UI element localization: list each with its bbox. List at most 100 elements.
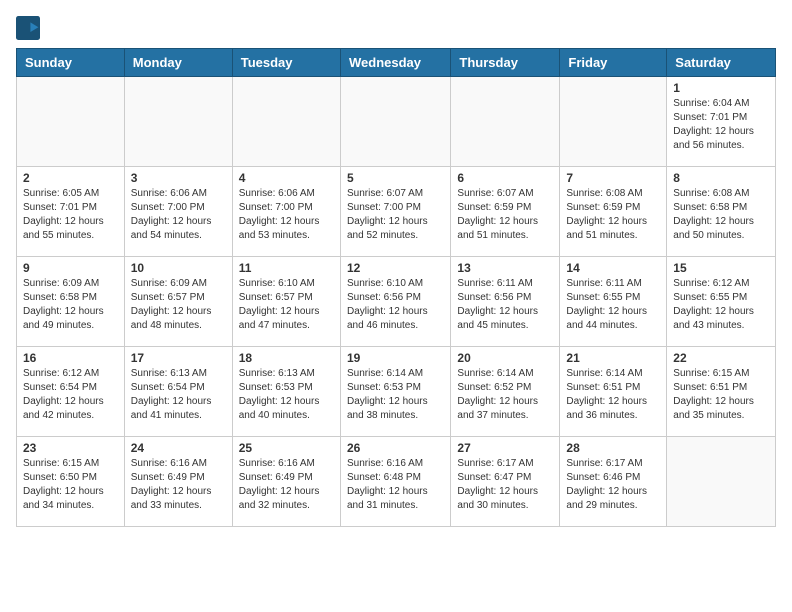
day-number: 11 — [239, 261, 334, 275]
day-info: Sunrise: 6:12 AM Sunset: 6:54 PM Dayligh… — [23, 367, 118, 423]
day-number: 7 — [566, 171, 660, 185]
day-cell — [124, 77, 232, 167]
day-cell — [560, 77, 667, 167]
day-number: 17 — [131, 351, 226, 365]
logo-icon — [16, 16, 40, 40]
calendar-header-friday: Friday — [560, 49, 667, 77]
day-number: 25 — [239, 441, 334, 455]
day-cell — [451, 77, 560, 167]
calendar-header-saturday: Saturday — [667, 49, 776, 77]
day-cell: 26 Sunrise: 6:16 AM Sunset: 6:48 PM Dayli… — [340, 437, 450, 527]
day-cell: 12 Sunrise: 6:10 AM Sunset: 6:56 PM Dayli… — [340, 257, 450, 347]
day-number: 1 — [673, 81, 769, 95]
day-number: 18 — [239, 351, 334, 365]
day-cell: 7 Sunrise: 6:08 AM Sunset: 6:59 PM Daylig… — [560, 167, 667, 257]
day-info: Sunrise: 6:08 AM Sunset: 6:59 PM Dayligh… — [566, 187, 660, 243]
day-cell: 25 Sunrise: 6:16 AM Sunset: 6:49 PM Dayli… — [232, 437, 340, 527]
day-cell — [17, 77, 125, 167]
day-number: 13 — [457, 261, 553, 275]
day-number: 16 — [23, 351, 118, 365]
day-number: 20 — [457, 351, 553, 365]
day-cell: 1 Sunrise: 6:04 AM Sunset: 7:01 PM Daylig… — [667, 77, 776, 167]
day-cell: 20 Sunrise: 6:14 AM Sunset: 6:52 PM Dayli… — [451, 347, 560, 437]
week-row-5: 23 Sunrise: 6:15 AM Sunset: 6:50 PM Dayli… — [17, 437, 776, 527]
day-info: Sunrise: 6:14 AM Sunset: 6:52 PM Dayligh… — [457, 367, 553, 423]
day-cell: 4 Sunrise: 6:06 AM Sunset: 7:00 PM Daylig… — [232, 167, 340, 257]
day-number: 3 — [131, 171, 226, 185]
day-cell: 22 Sunrise: 6:15 AM Sunset: 6:51 PM Dayli… — [667, 347, 776, 437]
day-info: Sunrise: 6:06 AM Sunset: 7:00 PM Dayligh… — [131, 187, 226, 243]
day-info: Sunrise: 6:11 AM Sunset: 6:56 PM Dayligh… — [457, 277, 553, 333]
day-info: Sunrise: 6:11 AM Sunset: 6:55 PM Dayligh… — [566, 277, 660, 333]
day-number: 10 — [131, 261, 226, 275]
day-number: 23 — [23, 441, 118, 455]
day-cell: 17 Sunrise: 6:13 AM Sunset: 6:54 PM Dayli… — [124, 347, 232, 437]
day-info: Sunrise: 6:08 AM Sunset: 6:58 PM Dayligh… — [673, 187, 769, 243]
day-cell: 23 Sunrise: 6:15 AM Sunset: 6:50 PM Dayli… — [17, 437, 125, 527]
calendar-header-sunday: Sunday — [17, 49, 125, 77]
day-info: Sunrise: 6:15 AM Sunset: 6:50 PM Dayligh… — [23, 457, 118, 513]
day-info: Sunrise: 6:16 AM Sunset: 6:48 PM Dayligh… — [347, 457, 444, 513]
day-number: 4 — [239, 171, 334, 185]
day-cell: 15Sunrise: 6:12 AM Sunset: 6:55 PM Dayli… — [667, 257, 776, 347]
day-info: Sunrise: 6:15 AM Sunset: 6:51 PM Dayligh… — [673, 367, 769, 423]
week-row-4: 16 Sunrise: 6:12 AM Sunset: 6:54 PM Dayli… — [17, 347, 776, 437]
day-cell: 14 Sunrise: 6:11 AM Sunset: 6:55 PM Dayli… — [560, 257, 667, 347]
day-info: Sunrise: 6:16 AM Sunset: 6:49 PM Dayligh… — [131, 457, 226, 513]
day-number: 27 — [457, 441, 553, 455]
day-info: Sunrise: 6:07 AM Sunset: 6:59 PM Dayligh… — [457, 187, 553, 243]
day-cell: 21Sunrise: 6:14 AM Sunset: 6:51 PM Dayli… — [560, 347, 667, 437]
day-info: Sunrise: 6:13 AM Sunset: 6:54 PM Dayligh… — [131, 367, 226, 423]
day-cell: 6 Sunrise: 6:07 AM Sunset: 6:59 PM Daylig… — [451, 167, 560, 257]
day-number: 21 — [566, 351, 660, 365]
day-number: 8 — [673, 171, 769, 185]
calendar-header-row: SundayMondayTuesdayWednesdayThursdayFrid… — [17, 49, 776, 77]
day-number: 5 — [347, 171, 444, 185]
calendar-header-thursday: Thursday — [451, 49, 560, 77]
day-cell: 5 Sunrise: 6:07 AM Sunset: 7:00 PM Daylig… — [340, 167, 450, 257]
day-info: Sunrise: 6:09 AM Sunset: 6:57 PM Dayligh… — [131, 277, 226, 333]
day-cell: 16 Sunrise: 6:12 AM Sunset: 6:54 PM Dayli… — [17, 347, 125, 437]
day-number: 9 — [23, 261, 118, 275]
day-cell — [667, 437, 776, 527]
day-info: Sunrise: 6:17 AM Sunset: 6:47 PM Dayligh… — [457, 457, 553, 513]
day-number: 28 — [566, 441, 660, 455]
calendar-header-monday: Monday — [124, 49, 232, 77]
day-info: Sunrise: 6:13 AM Sunset: 6:53 PM Dayligh… — [239, 367, 334, 423]
header — [16, 16, 776, 40]
day-cell: 11 Sunrise: 6:10 AM Sunset: 6:57 PM Dayli… — [232, 257, 340, 347]
day-info: Sunrise: 6:05 AM Sunset: 7:01 PM Dayligh… — [23, 187, 118, 243]
day-info: Sunrise: 6:04 AM Sunset: 7:01 PM Dayligh… — [673, 97, 769, 153]
day-number: 19 — [347, 351, 444, 365]
day-cell: 2 Sunrise: 6:05 AM Sunset: 7:01 PM Daylig… — [17, 167, 125, 257]
day-info: Sunrise: 6:16 AM Sunset: 6:49 PM Dayligh… — [239, 457, 334, 513]
day-number: 2 — [23, 171, 118, 185]
day-cell: 27 Sunrise: 6:17 AM Sunset: 6:47 PM Dayli… — [451, 437, 560, 527]
day-info: Sunrise: 6:10 AM Sunset: 6:56 PM Dayligh… — [347, 277, 444, 333]
day-info: Sunrise: 6:17 AM Sunset: 6:46 PM Dayligh… — [566, 457, 660, 513]
day-number: 22 — [673, 351, 769, 365]
day-number: 6 — [457, 171, 553, 185]
day-cell — [232, 77, 340, 167]
day-number: 26 — [347, 441, 444, 455]
calendar-header-wednesday: Wednesday — [340, 49, 450, 77]
week-row-2: 2 Sunrise: 6:05 AM Sunset: 7:01 PM Daylig… — [17, 167, 776, 257]
calendar-header-tuesday: Tuesday — [232, 49, 340, 77]
day-info: Sunrise: 6:12 AM Sunset: 6:55 PM Dayligh… — [673, 277, 769, 333]
week-row-1: 1 Sunrise: 6:04 AM Sunset: 7:01 PM Daylig… — [17, 77, 776, 167]
day-info: Sunrise: 6:10 AM Sunset: 6:57 PM Dayligh… — [239, 277, 334, 333]
day-number: 12 — [347, 261, 444, 275]
logo — [16, 16, 44, 40]
day-info: Sunrise: 6:07 AM Sunset: 7:00 PM Dayligh… — [347, 187, 444, 243]
day-number: 14 — [566, 261, 660, 275]
day-cell: 13 Sunrise: 6:11 AM Sunset: 6:56 PM Dayli… — [451, 257, 560, 347]
calendar-table: SundayMondayTuesdayWednesdayThursdayFrid… — [16, 48, 776, 527]
day-info: Sunrise: 6:14 AM Sunset: 6:53 PM Dayligh… — [347, 367, 444, 423]
week-row-3: 9Sunrise: 6:09 AM Sunset: 6:58 PM Daylig… — [17, 257, 776, 347]
day-cell: 19 Sunrise: 6:14 AM Sunset: 6:53 PM Dayli… — [340, 347, 450, 437]
day-number: 24 — [131, 441, 226, 455]
day-cell: 24 Sunrise: 6:16 AM Sunset: 6:49 PM Dayli… — [124, 437, 232, 527]
day-info: Sunrise: 6:06 AM Sunset: 7:00 PM Dayligh… — [239, 187, 334, 243]
day-cell: 8 Sunrise: 6:08 AM Sunset: 6:58 PM Daylig… — [667, 167, 776, 257]
day-cell: 10 Sunrise: 6:09 AM Sunset: 6:57 PM Dayli… — [124, 257, 232, 347]
